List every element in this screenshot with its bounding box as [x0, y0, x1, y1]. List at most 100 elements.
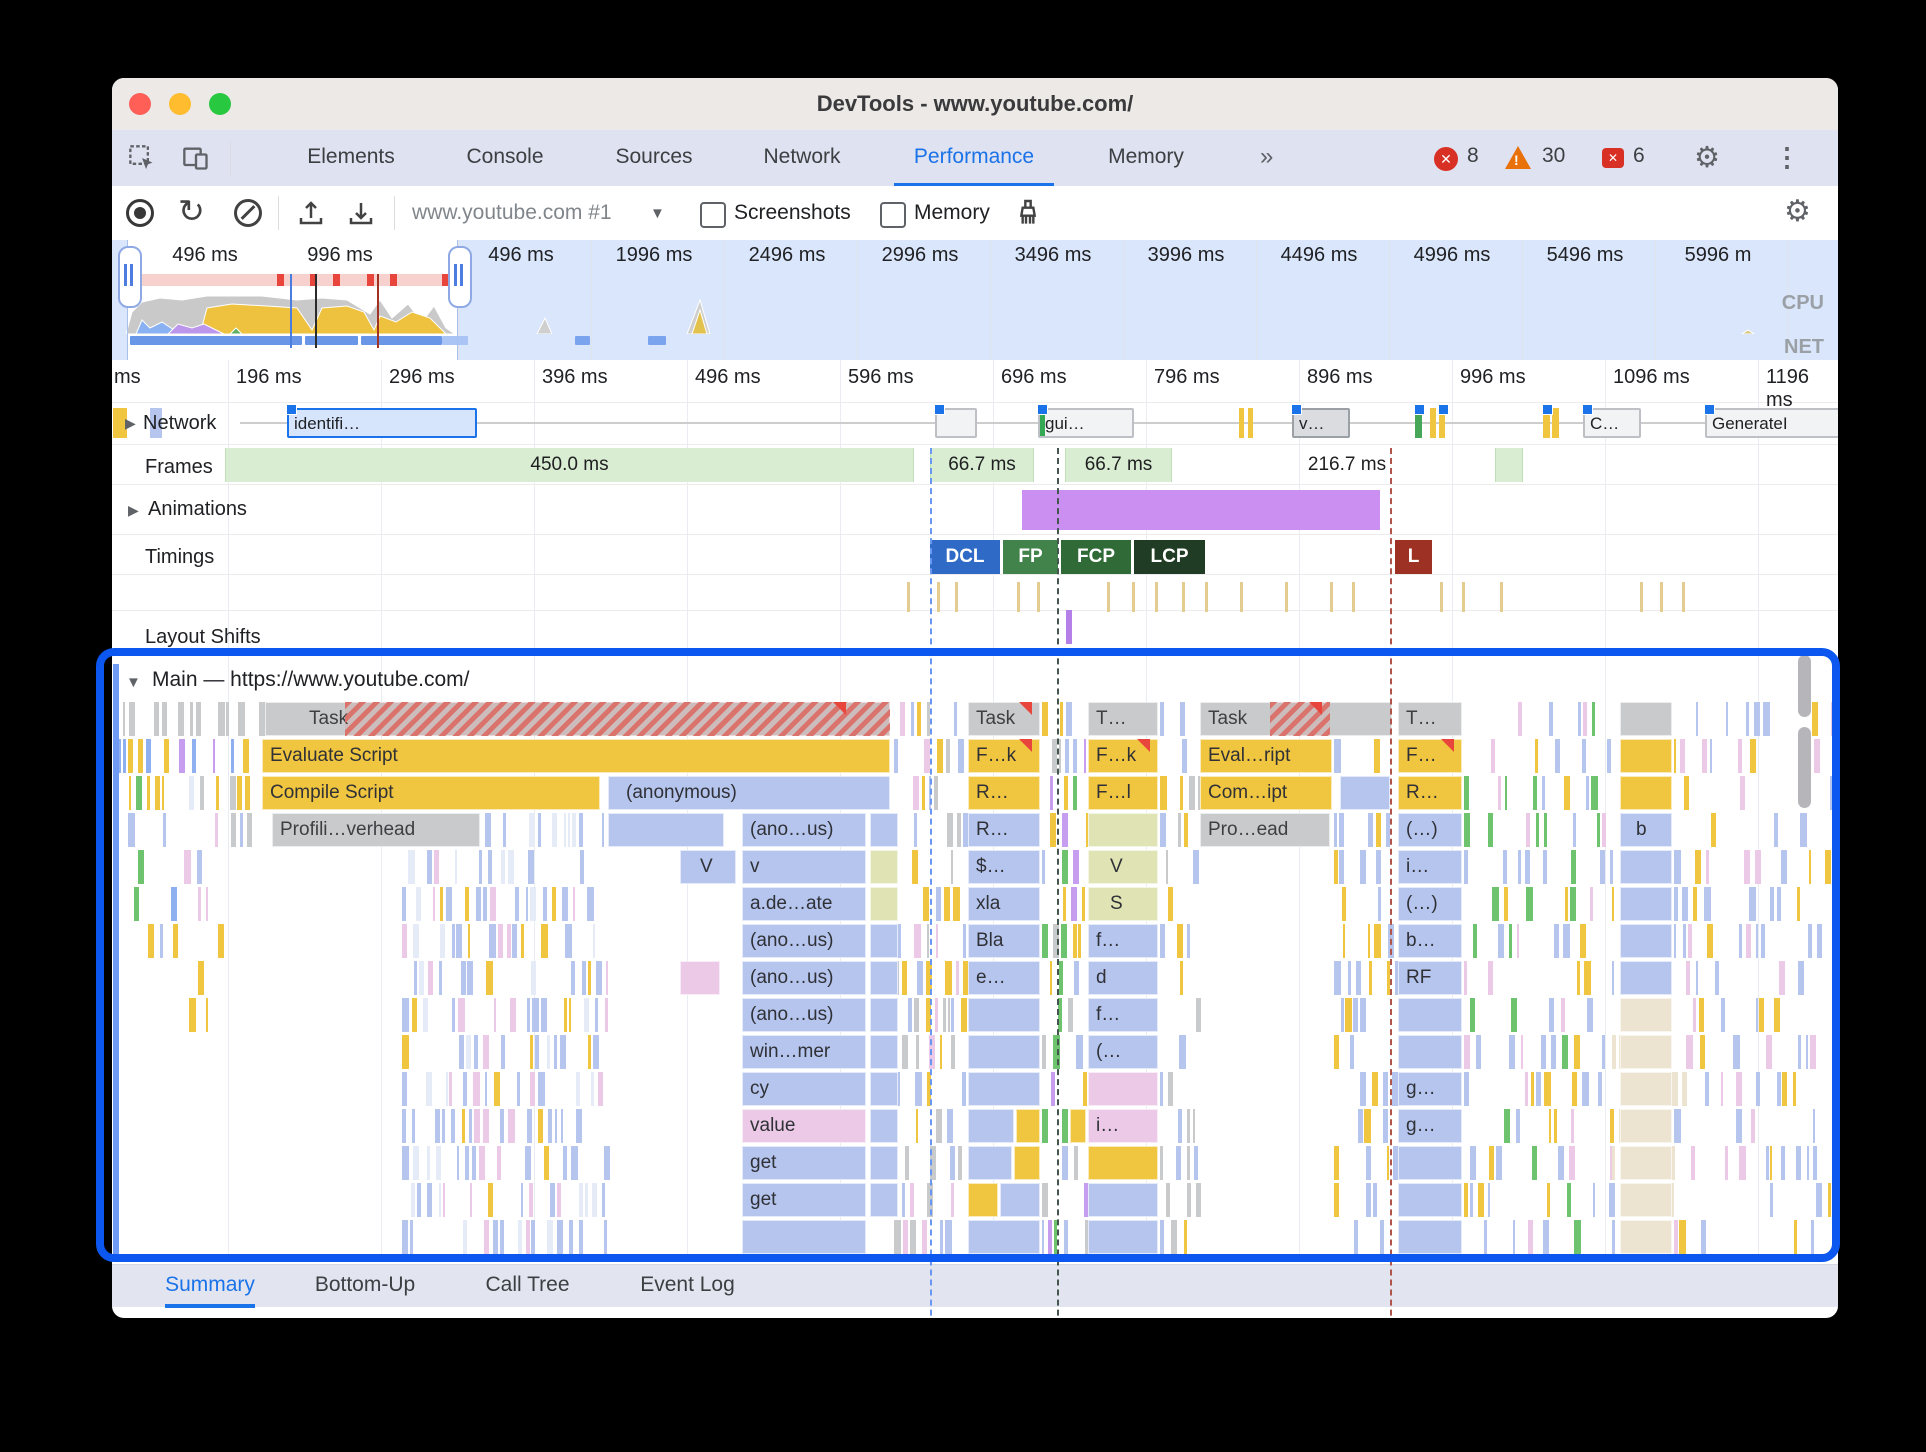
flame-seg-b[interactable]: b — [1620, 813, 1672, 847]
profile-select[interactable]: www.youtube.com #1 — [412, 186, 612, 240]
frame-segment[interactable]: 66.7 ms — [930, 448, 1034, 482]
flame-seg-i[interactable]: i… — [1088, 1109, 1158, 1143]
flame-seg[interactable] — [870, 813, 898, 847]
flame-seg[interactable] — [1620, 1146, 1672, 1180]
flame-seg-e[interactable]: e… — [968, 961, 1040, 995]
network-expander-icon[interactable]: ▶ — [125, 415, 136, 432]
bottom-tab-summary[interactable]: Summary — [165, 1265, 255, 1308]
flame-seg-s[interactable]: S — [1088, 887, 1158, 921]
flame-seg-fl[interactable]: F…l — [1088, 776, 1158, 810]
flame-seg[interactable] — [870, 887, 898, 921]
flame-seg[interactable] — [1620, 998, 1672, 1032]
flame-seg-[interactable]: (… — [1088, 1035, 1158, 1069]
flame-seg-get[interactable]: get — [742, 1183, 866, 1217]
inspect-element-icon[interactable] — [128, 144, 156, 172]
flame-seg-rf[interactable]: RF — [1398, 961, 1462, 995]
flame-seg[interactable] — [1000, 1183, 1040, 1217]
animations-expander-icon[interactable]: ▶ — [128, 502, 139, 519]
panel-settings-gear-icon[interactable]: ⚙ — [1784, 194, 1811, 229]
flame-seg-anous[interactable]: (ano…us) — [742, 961, 866, 995]
flame-seg-fk[interactable]: F…k — [1088, 739, 1158, 773]
flame-seg[interactable] — [1016, 1109, 1040, 1143]
flame-seg[interactable] — [1088, 1146, 1158, 1180]
flame-seg[interactable] — [1088, 813, 1158, 847]
flame-seg-v[interactable]: v — [742, 850, 866, 884]
flame-seg-proead[interactable]: Pro…ead — [1200, 813, 1330, 847]
flame-seg-fk[interactable]: F…k — [968, 739, 1040, 773]
flame-seg[interactable] — [968, 998, 1040, 1032]
flame-seg-[interactable]: $… — [968, 850, 1040, 884]
animation-bar[interactable] — [1022, 490, 1380, 530]
main-thread-expander-icon[interactable]: ▼ — [126, 674, 141, 691]
flame-seg[interactable] — [608, 813, 724, 847]
flame-seg[interactable] — [742, 1220, 866, 1254]
flame-seg[interactable] — [680, 961, 720, 995]
tab-elements[interactable]: Elements — [290, 130, 412, 183]
bottom-tab-calltree[interactable]: Call Tree — [475, 1265, 580, 1304]
timing-badge-dcl[interactable]: DCL — [930, 540, 1000, 574]
memory-checkbox[interactable] — [880, 202, 906, 228]
flame-seg-f[interactable]: F… — [1398, 739, 1462, 773]
flame-seg-get[interactable]: get — [742, 1146, 866, 1180]
flame-seg[interactable] — [870, 850, 898, 884]
flame-seg-value[interactable]: value — [742, 1109, 866, 1143]
flame-seg[interactable] — [1620, 1183, 1672, 1217]
flame-seg[interactable] — [1620, 1109, 1672, 1143]
flame-seg[interactable] — [870, 1183, 898, 1217]
save-profile-icon[interactable] — [346, 198, 376, 228]
flame-seg-xla[interactable]: xla — [968, 887, 1040, 921]
flame-seg-t[interactable]: T… — [1088, 702, 1158, 736]
flame-seg-anous[interactable]: (ano…us) — [742, 924, 866, 958]
tab-performance[interactable]: Performance — [894, 130, 1054, 186]
flame-seg[interactable] — [968, 1035, 1040, 1069]
network-request-fragment[interactable] — [1248, 408, 1253, 438]
collect-garbage-icon[interactable] — [1012, 197, 1044, 229]
flame-seg[interactable] — [870, 961, 898, 995]
flame-seg-v[interactable]: V — [680, 850, 736, 884]
flame-seg-v[interactable]: V — [1088, 850, 1158, 884]
flame-seg-adeate[interactable]: a.de…ate — [742, 887, 866, 921]
flame-seg[interactable] — [968, 1072, 1040, 1106]
flame-seg[interactable] — [1398, 998, 1462, 1032]
flame-seg-t[interactable]: T… — [1398, 702, 1462, 736]
flame-seg[interactable] — [1620, 961, 1672, 995]
flame-seg-profiliverhead[interactable]: Profili…verhead — [272, 813, 480, 847]
network-request-box[interactable]: gui… — [1038, 408, 1134, 438]
flame-seg-comipt[interactable]: Com…ipt — [1200, 776, 1332, 810]
network-request-fragment[interactable] — [1430, 408, 1436, 438]
timing-badge-fp[interactable]: FP — [1003, 540, 1058, 574]
flame-seg-compilescript[interactable]: Compile Script — [262, 776, 600, 810]
bottom-tab-bottomup[interactable]: Bottom-Up — [300, 1265, 430, 1304]
flame-seg[interactable] — [870, 1109, 898, 1143]
network-request-fragment[interactable] — [1552, 408, 1559, 438]
more-tabs-icon[interactable]: » — [1260, 130, 1273, 183]
flame-seg-[interactable]: (…) — [1398, 813, 1462, 847]
flame-seg[interactable] — [1620, 1035, 1672, 1069]
flame-seg[interactable] — [870, 1035, 898, 1069]
flame-seg-[interactable]: (…) — [1398, 887, 1462, 921]
load-profile-icon[interactable] — [296, 198, 326, 228]
flame-seg-g[interactable]: g… — [1398, 1109, 1462, 1143]
timeline-overview[interactable]: 496 ms 996 ms 496 ms 1996 ms 2496 ms 2996 ms 3… — [112, 240, 1838, 361]
flame-seg-i[interactable]: i… — [1398, 850, 1462, 884]
flame-seg[interactable] — [1340, 776, 1390, 810]
flame-seg-winmer[interactable]: win…mer — [742, 1035, 866, 1069]
flame-seg[interactable] — [1398, 1035, 1462, 1069]
flame-seg-bla[interactable]: Bla — [968, 924, 1040, 958]
flame-seg[interactable] — [1398, 1220, 1462, 1254]
flame-seg[interactable] — [968, 1146, 1012, 1180]
flame-seg[interactable] — [1620, 887, 1672, 921]
tab-memory[interactable]: Memory — [1092, 130, 1200, 183]
flame-seg-r[interactable]: R… — [968, 776, 1040, 810]
vertical-scrollbar-thumb[interactable] — [1798, 727, 1811, 808]
flame-seg[interactable] — [1620, 1220, 1672, 1254]
flame-seg-b[interactable]: b… — [1398, 924, 1462, 958]
flame-seg[interactable] — [1088, 1072, 1158, 1106]
flame-seg[interactable] — [968, 1109, 1014, 1143]
profile-select-chevron-icon[interactable]: ▼ — [650, 205, 665, 222]
network-request-box[interactable]: GenerateI — [1705, 408, 1838, 438]
flame-seg[interactable] — [1620, 739, 1672, 773]
frame-segment[interactable]: 216.7 ms — [1282, 448, 1412, 482]
flame-seg-evalript[interactable]: Eval…ript — [1200, 739, 1332, 773]
device-toolbar-icon[interactable] — [182, 144, 210, 172]
